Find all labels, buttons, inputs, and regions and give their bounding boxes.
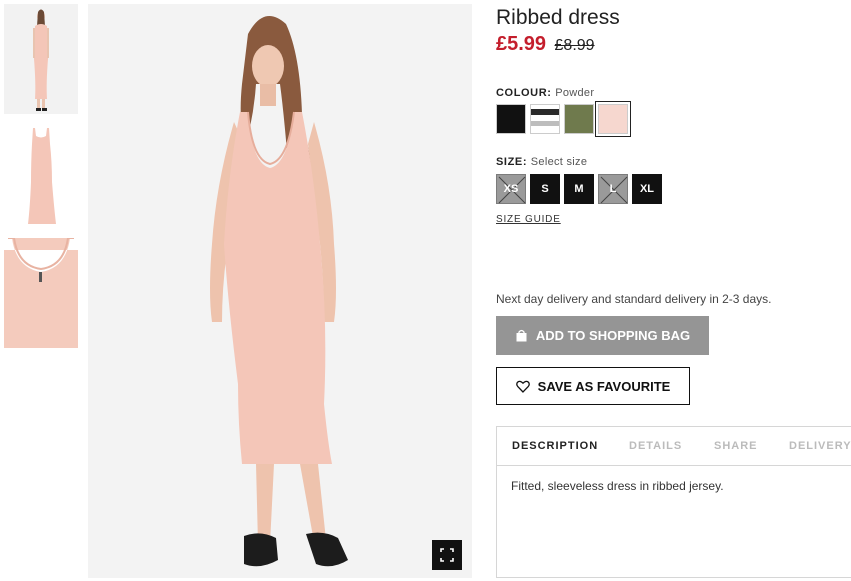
expand-icon bbox=[440, 548, 454, 562]
size-xs[interactable]: XS bbox=[496, 174, 526, 204]
tab-details[interactable]: DETAILS bbox=[629, 440, 682, 452]
tab-delivery[interactable]: DELIVERY bbox=[789, 440, 851, 452]
swatch-black[interactable] bbox=[496, 104, 526, 134]
size-m-label: M bbox=[574, 183, 584, 195]
size-s-label: S bbox=[541, 183, 549, 195]
tab-share[interactable]: SHARE bbox=[714, 440, 758, 452]
size-xs-label: XS bbox=[503, 183, 519, 195]
stripe-pattern bbox=[531, 105, 559, 133]
swatch-black-white-striped[interactable] bbox=[530, 104, 560, 134]
tab-bar: DESCRIPTION DETAILS SHARE DELIVERY bbox=[497, 427, 851, 466]
size-s[interactable]: S bbox=[530, 174, 560, 204]
size-guide-link[interactable]: SIZE GUIDE bbox=[496, 214, 561, 225]
size-label: SIZE: bbox=[496, 156, 528, 168]
size-prompt: Select size bbox=[530, 156, 588, 168]
size-m[interactable]: M bbox=[564, 174, 594, 204]
swatch-powder[interactable] bbox=[595, 101, 631, 137]
price-row: £5.99 £8.99 bbox=[496, 33, 595, 56]
colour-label: COLOUR: bbox=[496, 87, 552, 99]
tab-description[interactable]: DESCRIPTION bbox=[512, 440, 598, 452]
product-title: Ribbed dress bbox=[496, 6, 620, 29]
save-favourite-label: SAVE AS FAVOURITE bbox=[537, 378, 671, 394]
delivery-info: Next day delivery and standard delivery … bbox=[496, 292, 772, 306]
size-l[interactable]: L bbox=[598, 174, 628, 204]
description-text: Fitted, sleeveless dress in ribbed jerse… bbox=[511, 479, 724, 493]
colour-selected: Powder bbox=[555, 87, 595, 99]
shopping-bag-icon bbox=[515, 329, 528, 342]
original-price: £8.99 bbox=[554, 37, 595, 54]
add-to-bag-button[interactable]: ADD TO SHOPPING BAG bbox=[496, 316, 709, 355]
add-to-bag-label: ADD TO SHOPPING BAG bbox=[535, 328, 691, 343]
product-info-tabs: DESCRIPTION DETAILS SHARE DELIVERY Fitte… bbox=[496, 426, 851, 578]
colour-label-row: COLOUR: Powder bbox=[496, 87, 594, 99]
thumbnail-gallery bbox=[4, 4, 78, 356]
main-product-image bbox=[88, 4, 472, 578]
thumbnail-dress-detail[interactable] bbox=[4, 238, 78, 348]
sale-price: £5.99 bbox=[496, 33, 547, 55]
swatch-khaki-green[interactable] bbox=[564, 104, 594, 134]
heart-icon bbox=[515, 380, 530, 393]
size-label-row: SIZE: Select size bbox=[496, 156, 587, 168]
size-xl-label: XL bbox=[639, 183, 655, 195]
size-xl[interactable]: XL bbox=[632, 174, 662, 204]
thumbnail-full-model[interactable] bbox=[4, 4, 78, 114]
expand-image-button[interactable] bbox=[432, 540, 462, 570]
save-favourite-button[interactable]: SAVE AS FAVOURITE bbox=[496, 367, 690, 405]
size-l-label: L bbox=[609, 183, 617, 195]
thumbnail-dress-flat[interactable] bbox=[4, 122, 78, 230]
